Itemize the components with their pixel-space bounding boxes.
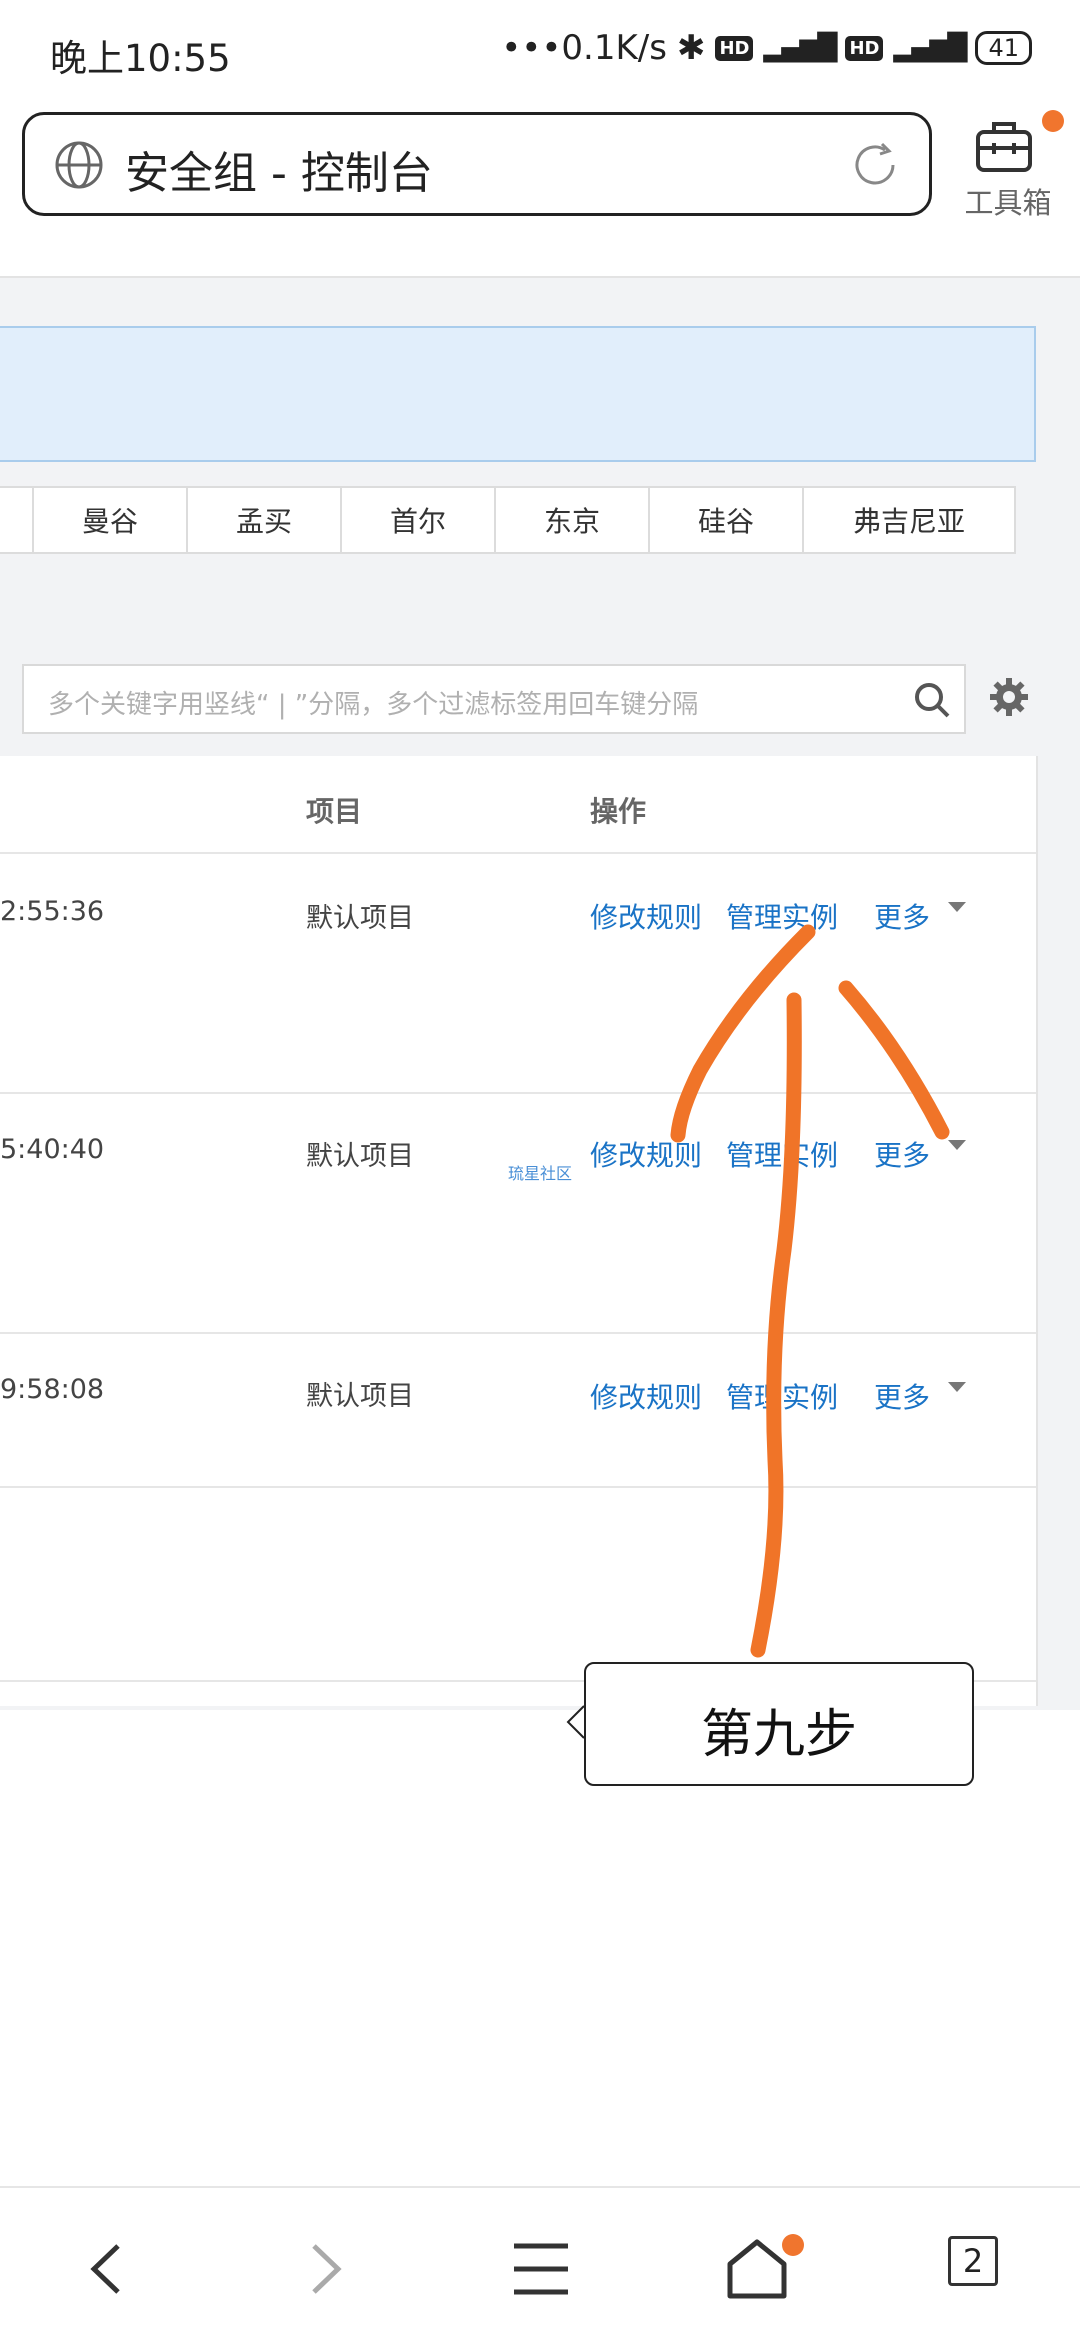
signal-icon-2: ▂▄▆█	[893, 33, 967, 63]
battery-icon: 41	[975, 31, 1032, 65]
caret-down-icon[interactable]	[948, 902, 966, 912]
more-dropdown[interactable]: 更多	[874, 1134, 930, 1174]
status-indicators: •••0.1K/s ✱ HD ▂▄▆█ HD ▂▄▆█ 41	[501, 28, 1032, 68]
divider	[0, 852, 1036, 854]
watermark: 琉星社区	[508, 1164, 573, 1183]
edit-rules-link[interactable]: 修改规则	[590, 1134, 702, 1174]
divider	[0, 1092, 1036, 1094]
status-bar: 晚上10:55 •••0.1K/s ✱ HD ▂▄▆█ HD ▂▄▆█ 41	[0, 0, 1080, 100]
callout-box: 第九步	[584, 1662, 974, 1786]
edit-rules-link[interactable]: 修改规则	[590, 1376, 702, 1416]
region-tab[interactable]: 硅谷	[648, 486, 804, 554]
signal-icon: ▂▄▆█	[763, 33, 837, 63]
region-tabs: 曼谷 孟买 首尔 东京 硅谷 弗吉尼亚	[0, 486, 1016, 556]
region-tab[interactable]: 孟买	[186, 486, 342, 554]
info-banner	[0, 326, 1036, 462]
search-placeholder: 多个关键字用竖线“ | ”分隔，多个过滤标签用回车键分隔	[48, 690, 699, 720]
region-tab[interactable]: 首尔	[340, 486, 496, 554]
region-tab[interactable]: 东京	[494, 486, 650, 554]
back-icon[interactable]	[72, 2234, 142, 2304]
manage-instances-link[interactable]: 管理实例	[726, 1134, 838, 1174]
search-input[interactable]: 多个关键字用竖线“ | ”分隔，多个过滤标签用回车键分隔	[22, 664, 966, 734]
security-group-table: 项目 操作 2:55:36 默认项目 修改规则 管理实例 更多 5:40:40 …	[0, 756, 1038, 1706]
column-header-actions: 操作	[590, 795, 647, 828]
gear-icon[interactable]	[988, 676, 1030, 718]
region-tab[interactable]: 弗吉尼亚	[802, 486, 1016, 554]
row-project: 默认项目	[306, 903, 414, 934]
forward-icon[interactable]	[290, 2234, 360, 2304]
globe-icon	[55, 141, 103, 189]
hd-badge: HD	[715, 35, 754, 61]
manage-instances-link[interactable]: 管理实例	[726, 1376, 838, 1416]
search-icon[interactable]	[912, 680, 952, 720]
caret-down-icon[interactable]	[948, 1382, 966, 1392]
status-time: 晚上10:55	[50, 37, 231, 80]
callout-pointer	[566, 1705, 585, 1739]
more-dropdown[interactable]: 更多	[874, 1376, 930, 1416]
divider	[0, 1486, 1036, 1488]
toolbox-label: 工具箱	[964, 186, 1052, 220]
notification-dot	[1042, 110, 1064, 132]
network-speed: •••0.1K/s	[501, 28, 667, 68]
page-top-strip	[0, 236, 1080, 278]
callout-text: 第九步	[700, 1705, 857, 1765]
tabs-button[interactable]: 2	[948, 2236, 998, 2286]
hd-badge-2: HD	[845, 35, 884, 61]
edit-rules-link[interactable]: 修改规则	[590, 896, 702, 936]
region-tab[interactable]: 曼谷	[32, 486, 188, 554]
more-dropdown[interactable]: 更多	[874, 896, 930, 936]
address-text: 安全组 - 控制台	[125, 148, 433, 199]
region-tab-partial[interactable]	[0, 486, 34, 554]
toolbox-icon	[976, 122, 1032, 172]
row-time: 5:40:40	[0, 1134, 105, 1165]
divider	[0, 1332, 1036, 1334]
caret-down-icon[interactable]	[948, 1140, 966, 1150]
bottom-navigation	[0, 2186, 1080, 2342]
menu-icon[interactable]	[506, 2234, 576, 2304]
refresh-icon[interactable]	[849, 139, 901, 191]
row-time: 9:58:08	[0, 1374, 105, 1405]
row-project: 默认项目	[306, 1141, 414, 1172]
manage-instances-link[interactable]: 管理实例	[726, 896, 838, 936]
row-time: 2:55:36	[0, 896, 105, 927]
notification-dot	[782, 2234, 804, 2256]
row-project: 默认项目	[306, 1381, 414, 1412]
column-header-project: 项目	[306, 795, 363, 828]
address-bar[interactable]: 安全组 - 控制台	[22, 112, 932, 216]
toolbox-button[interactable]: 工具箱	[950, 110, 1064, 220]
bluetooth-icon: ✱	[676, 28, 706, 68]
